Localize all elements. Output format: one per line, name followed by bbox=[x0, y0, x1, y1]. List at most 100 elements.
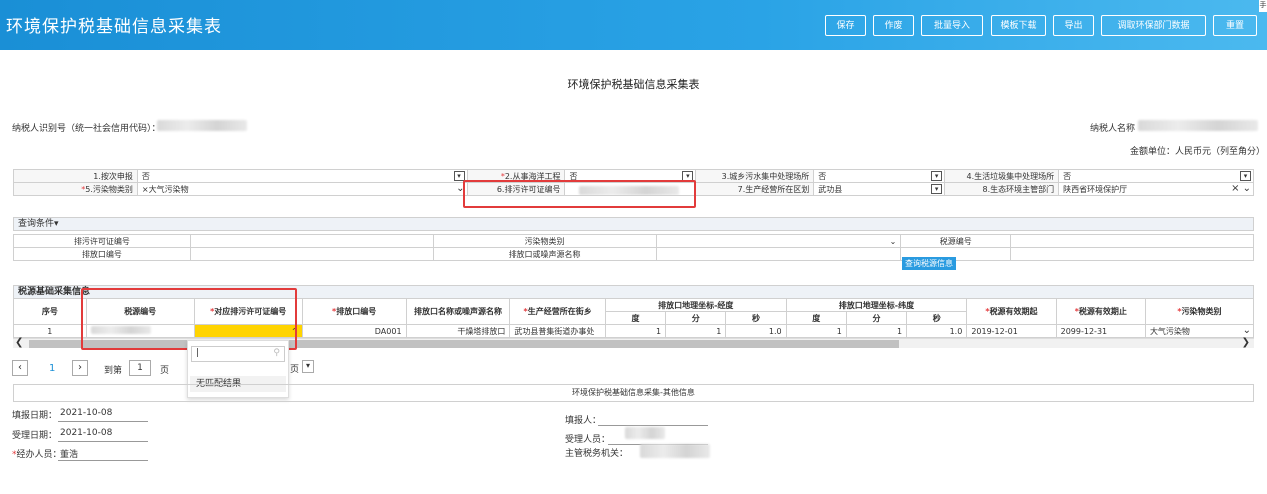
cell-outlet[interactable]: DA001 bbox=[301, 324, 407, 338]
goto-page-input[interactable]: 1 bbox=[129, 360, 151, 376]
app-title: 环境保护税基础信息采集表 bbox=[6, 17, 222, 37]
reset-button[interactable]: 重置 bbox=[1213, 15, 1257, 36]
th-seq: 序号 bbox=[13, 298, 87, 325]
agent-value[interactable]: 董浩 bbox=[60, 447, 78, 460]
basic-info-table: 1.按次申报 否 ▾ *2.从事海洋工程 否 ▾ 3.城乡污水集中处理场所 否 ▾ 4… bbox=[13, 169, 1254, 196]
th-permit: *对应排污许可证编号 bbox=[193, 298, 303, 325]
cell-lat-sec[interactable]: 1.0 bbox=[906, 324, 968, 338]
query-permit-input[interactable] bbox=[189, 234, 434, 248]
select-env-dept[interactable]: 陕西省环境保护厅 × ⌄ bbox=[1058, 182, 1254, 196]
cell-permit-select[interactable]: ⌃ bbox=[193, 324, 303, 338]
export-button[interactable]: 导出 bbox=[1053, 15, 1094, 36]
select-pollutant-type[interactable]: ×大气污染物 ⌄ bbox=[136, 182, 468, 196]
th-outlet-name: 排放口名称或噪声源名称 bbox=[405, 298, 511, 325]
cell-street[interactable]: 武功县普集街道办事处 bbox=[509, 324, 606, 338]
taxpayer-name-redacted bbox=[1138, 120, 1258, 131]
label-env-dept: 8.生态环境主管部门 bbox=[944, 182, 1060, 196]
page-size-suffix: 页 bbox=[290, 365, 300, 375]
page-title: 环境保护税基础信息采集表 bbox=[567, 78, 700, 91]
dropdown-search-input[interactable]: | ⚲ bbox=[191, 346, 285, 362]
goto-label: 到第 bbox=[104, 366, 123, 376]
amount-unit: 金额单位：人民币元（列至角分） bbox=[1130, 147, 1266, 157]
prev-page-icon[interactable]: ‹ bbox=[12, 360, 28, 376]
label-region: 7.生产经营所在区划 bbox=[695, 182, 815, 196]
acceptor-label: 受理人员： bbox=[565, 435, 611, 445]
label-garbage: 4.生活垃圾集中处理场所 bbox=[944, 169, 1060, 183]
cell-pollutant[interactable]: 大气污染物 ⌄ bbox=[1144, 324, 1255, 338]
th-lng-deg: 度 bbox=[604, 311, 667, 325]
query-source-input[interactable] bbox=[1010, 234, 1254, 248]
query-outlet-input[interactable] bbox=[189, 247, 434, 261]
query-source-label: 税源编号 bbox=[900, 234, 1012, 248]
top-bar: 环境保护税基础信息采集表 保存 作废 批量导入 模板下载 导出 调取环保部门数据… bbox=[0, 0, 1267, 50]
query-outlet-name-input[interactable] bbox=[655, 247, 902, 261]
taxpayer-id-label: 纳税人识别号（统一社会信用代码）： bbox=[12, 124, 161, 134]
cell-lat-min[interactable]: 1 bbox=[845, 324, 908, 338]
cell-start[interactable]: 2019-12-01 bbox=[966, 324, 1057, 338]
select-by-time[interactable]: 否 ▾ bbox=[136, 169, 468, 183]
label-marine: *2.从事海洋工程 bbox=[466, 169, 566, 183]
query-pollutant-label: 污染物类别 bbox=[432, 234, 657, 248]
th-start: *税源有效期起 bbox=[966, 298, 1057, 325]
th-source-no: 税源编号 bbox=[85, 298, 195, 325]
page-size-select[interactable]: ▾ bbox=[302, 360, 314, 373]
input-permit-no[interactable] bbox=[564, 182, 697, 196]
table-row[interactable]: 1 ⌃ DA001 干燥塔排放口 武功县普集街道办事处 1 1 1.0 1 1 … bbox=[13, 324, 1255, 338]
th-lat-min: 分 bbox=[845, 311, 908, 325]
th-lat-sec: 秒 bbox=[906, 311, 968, 325]
fill-date-label: 填报日期： bbox=[12, 411, 58, 421]
tax-source-section-header: 税源基础采集信息 bbox=[13, 285, 1254, 299]
next-page-icon[interactable]: › bbox=[72, 360, 88, 376]
query-permit-label: 排污许可证编号 bbox=[13, 234, 191, 248]
scrollbar-thumb[interactable] bbox=[29, 340, 899, 348]
th-end: *税源有效期止 bbox=[1055, 298, 1146, 325]
accept-date-value[interactable]: 2021-10-08 bbox=[60, 428, 112, 438]
template-download-button[interactable]: 模板下载 bbox=[991, 15, 1046, 36]
cell-outlet-name[interactable]: 干燥塔排放口 bbox=[405, 324, 511, 338]
th-lat-deg: 度 bbox=[785, 311, 847, 325]
search-icon: ⚲ bbox=[273, 348, 280, 358]
th-latitude: 排放口地理坐标-纬度 bbox=[785, 298, 968, 312]
scroll-left-icon[interactable]: ❮ bbox=[15, 337, 23, 348]
select-region[interactable]: 武功县 ▾ bbox=[813, 182, 946, 196]
label-permit-no: 6.排污许可证编号 bbox=[466, 182, 566, 196]
filler-label: 填报人： bbox=[565, 416, 602, 426]
select-marine[interactable]: 否 ▾ bbox=[564, 169, 697, 183]
cell-source-no bbox=[85, 324, 195, 338]
label-pollutant-type: *5.污染物类别 bbox=[13, 182, 138, 196]
cell-lng-sec[interactable]: 1.0 bbox=[725, 324, 787, 338]
label-by-time: 1.按次申报 bbox=[13, 169, 138, 183]
query-section-header[interactable]: 查询条件▾ bbox=[13, 217, 1254, 231]
corner-tab[interactable]: 手 bbox=[1259, 0, 1267, 12]
tax-office-label: 主管税务机关： bbox=[565, 449, 629, 459]
batch-import-button[interactable]: 批量导入 bbox=[921, 15, 983, 36]
taxpayer-name-label: 纳税人名称 bbox=[1090, 124, 1136, 134]
cell-lng-deg[interactable]: 1 bbox=[604, 324, 667, 338]
tax-source-table: 序号 税源编号 *对应排污许可证编号 *排放口编号 排放口名称或噪声源名称 *生… bbox=[13, 298, 1255, 338]
taxpayer-id-redacted bbox=[157, 120, 247, 131]
void-button[interactable]: 作废 bbox=[873, 15, 914, 36]
scroll-right-icon[interactable]: ❯ bbox=[1242, 337, 1250, 348]
query-outlet-label: 排放口编号 bbox=[13, 247, 191, 261]
cell-lat-deg[interactable]: 1 bbox=[785, 324, 847, 338]
current-page[interactable]: 1 bbox=[49, 363, 55, 374]
query-table: 排污许可证编号 污染物类别 ⌄ 税源编号 排放口编号 排放口或噪声源名称 bbox=[13, 234, 1254, 261]
other-info-header: 环境保护税基础信息采集-其他信息 bbox=[13, 384, 1254, 402]
agent-label: *经办人员： bbox=[12, 450, 62, 460]
label-sewage: 3.城乡污水集中处理场所 bbox=[695, 169, 815, 183]
query-outlet-name-label: 排放口或噪声源名称 bbox=[432, 247, 657, 261]
save-button[interactable]: 保存 bbox=[825, 15, 866, 36]
select-garbage[interactable]: 否 ▾ bbox=[1058, 169, 1254, 183]
query-source-button[interactable]: 查询税源信息 bbox=[902, 257, 956, 270]
th-pollutant: *污染物类别 bbox=[1144, 298, 1255, 325]
fill-date-value[interactable]: 2021-10-08 bbox=[60, 408, 112, 418]
accept-date-label: 受理日期： bbox=[12, 431, 58, 441]
th-longitude: 排放口地理坐标-经度 bbox=[604, 298, 787, 312]
select-sewage[interactable]: 否 ▾ bbox=[813, 169, 946, 183]
page-unit: 页 bbox=[160, 366, 170, 376]
cell-lng-min[interactable]: 1 bbox=[665, 324, 727, 338]
query-pollutant-select[interactable]: ⌄ bbox=[655, 234, 902, 248]
fetch-env-data-button[interactable]: 调取环保部门数据 bbox=[1101, 15, 1206, 36]
cell-seq: 1 bbox=[13, 324, 87, 338]
cell-end[interactable]: 2099-12-31 bbox=[1055, 324, 1146, 338]
